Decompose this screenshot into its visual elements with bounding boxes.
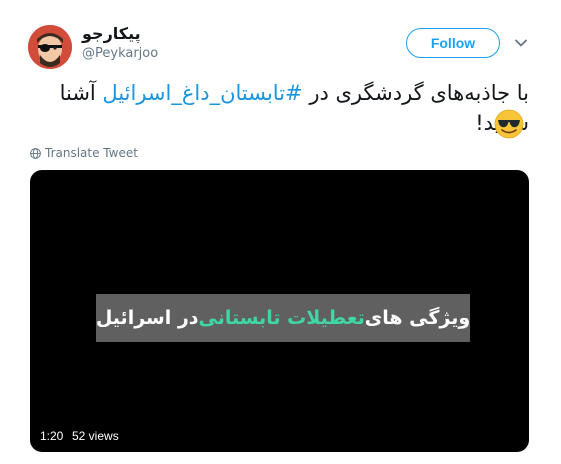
tweet-text-before: با جاذبه‌های گردشگری در [302, 81, 529, 105]
sunglasses-emoji-icon [494, 109, 524, 139]
chevron-down-icon[interactable] [514, 36, 528, 50]
caption-text-before: ویژگی های [364, 307, 471, 329]
translate-label: Translate Tweet [45, 146, 138, 160]
video-caption: ویژگی های تعطیلات تابستانی در اسرائیل [96, 294, 470, 342]
video-player[interactable]: ویژگی های تعطیلات تابستانی در اسرائیل 1:… [30, 170, 529, 452]
caption-text-after: در اسرائیل [95, 307, 199, 329]
tweet-text: با جاذبه‌های گردشگری در #تابستان_داغ_اسر… [29, 78, 529, 138]
video-views-badge: 52 views [68, 427, 123, 445]
hashtag-link[interactable]: #تابستان_داغ_اسرائیل [102, 81, 302, 105]
username[interactable]: @Peykarjoo [82, 46, 158, 61]
video-duration-badge: 1:20 [36, 427, 68, 445]
globe-icon [30, 147, 41, 159]
translate-tweet-link[interactable]: Translate Tweet [30, 146, 138, 160]
avatar[interactable] [28, 25, 72, 69]
display-name[interactable]: پیکارجو [82, 24, 141, 43]
follow-button[interactable]: Follow [406, 28, 500, 58]
caption-highlight: تعطیلات تابستانی [198, 307, 365, 329]
